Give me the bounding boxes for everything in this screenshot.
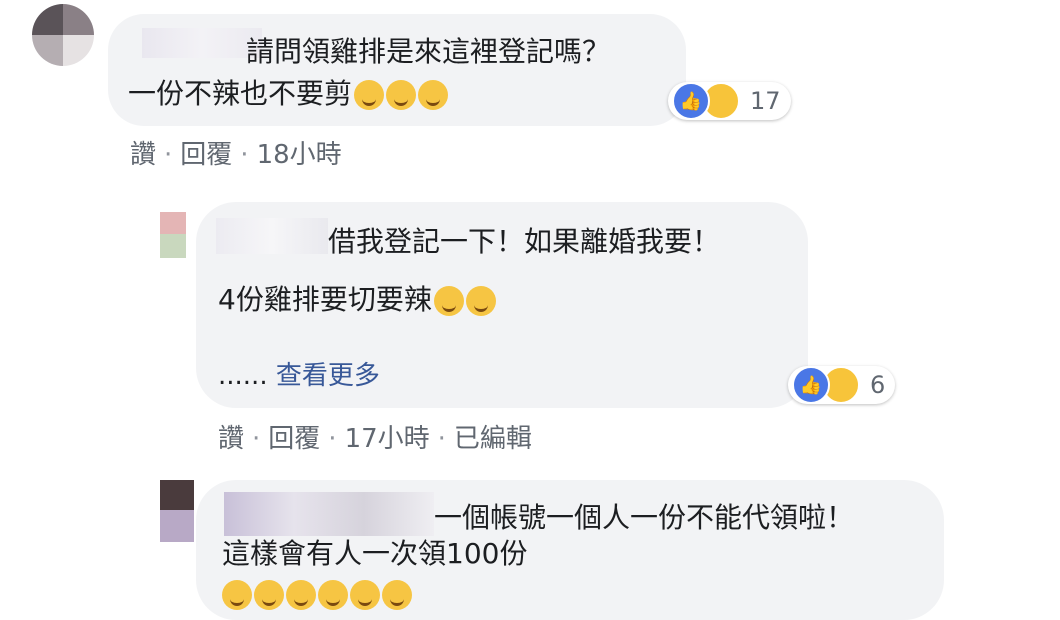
separator: · (240, 140, 249, 170)
reaction-summary[interactable]: 👍 17 (668, 82, 791, 120)
timestamp[interactable]: 18小時 (257, 134, 342, 171)
redacted-name (142, 28, 262, 58)
comment-text: 借我登記一下！如果離婚我要！ (328, 225, 721, 258)
emoji-icon (318, 580, 348, 610)
comment-text: 一個帳號一個人一份不能代領啦！ (434, 501, 855, 534)
emoji-icon (354, 80, 385, 110)
redacted-name (216, 218, 328, 254)
emoji-row (220, 576, 412, 612)
comment-bubble: 一個帳號一個人一份不能代領啦！ 這樣會有人一次領100份 (196, 480, 944, 620)
like-icon: 👍 (792, 366, 830, 404)
comment-actions: 讚 · 回覆 · 17小時 · 已編輯 (218, 418, 532, 455)
edited-label[interactable]: 已編輯 (454, 418, 532, 455)
see-more: ...... 查看更多 (218, 358, 380, 394)
emoji-icon (254, 580, 284, 610)
comment-text: 一份不辣也不要剪 (128, 76, 449, 112)
like-link[interactable]: 讚 (218, 418, 244, 455)
separator: · (328, 424, 337, 454)
emoji-icon (418, 80, 449, 110)
ellipsis: ...... (218, 361, 268, 391)
comment-bubble: 借我登記一下！如果離婚我要！ 4份雞排要切要辣 ...... 查看更多 (196, 202, 808, 408)
separator: · (164, 140, 173, 170)
timestamp[interactable]: 17小時 (345, 418, 430, 455)
separator: · (437, 424, 446, 454)
reaction-summary[interactable]: 👍 6 (788, 366, 896, 404)
avatar[interactable] (32, 4, 94, 66)
comment-text-line: 4份雞排要切要辣 (218, 283, 432, 316)
emoji-icon (222, 580, 252, 610)
comment-actions: 讚 · 回覆 · 18小時 (130, 134, 342, 171)
avatar[interactable] (160, 480, 194, 542)
emoji-icon (465, 286, 496, 316)
reply-link[interactable]: 回覆 (180, 134, 232, 171)
redacted-name (224, 492, 434, 536)
comment-text-line: 一份不辣也不要剪 (128, 77, 353, 110)
reply-link[interactable]: 回覆 (268, 418, 320, 455)
see-more-link[interactable]: 查看更多 (276, 361, 380, 391)
emoji-icon (382, 580, 412, 610)
separator: · (252, 424, 261, 454)
emoji-icon (386, 80, 417, 110)
comment-text: 這樣會有人一次領100份 (222, 537, 528, 570)
like-icon: 👍 (672, 82, 710, 120)
emoji-icon (433, 286, 464, 316)
emoji-icon (286, 580, 316, 610)
comment-bubble: 請問領雞排是來這裡登記嗎？ 一份不辣也不要剪 (108, 14, 686, 126)
emoji-icon (350, 580, 380, 610)
like-link[interactable]: 讚 (130, 134, 156, 171)
comment-text: 4份雞排要切要辣 (218, 282, 496, 318)
comment-text: 請問領雞排是來這裡登記嗎？ (246, 35, 611, 68)
reaction-count: 6 (870, 371, 886, 399)
reaction-count: 17 (750, 87, 781, 115)
avatar[interactable] (160, 212, 186, 258)
